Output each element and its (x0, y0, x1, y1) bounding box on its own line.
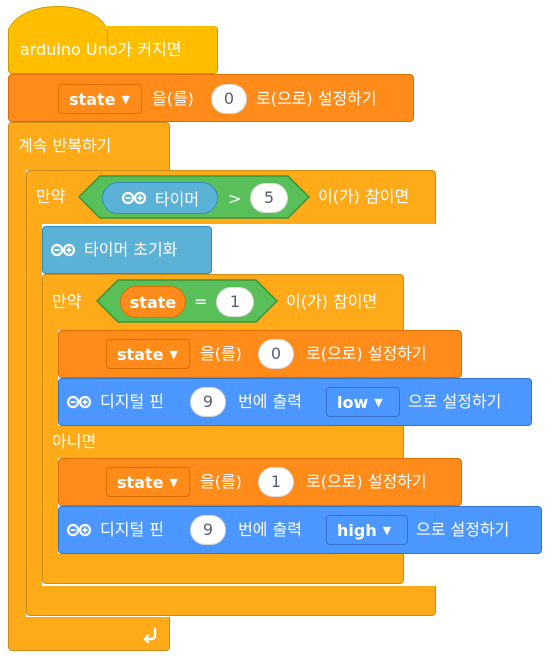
level-dropdown-else[interactable]: high ▼ (326, 515, 408, 545)
variable-name: state (117, 472, 164, 492)
hat-label: arduino Uno가 커지면 (20, 40, 182, 59)
reset-timer-label: 타이머 초기화 (84, 240, 178, 259)
value-input-initial[interactable]: 0 (211, 84, 247, 114)
operator-symbol: > (228, 189, 242, 208)
level-dropdown-then[interactable]: low ▼ (326, 387, 400, 417)
variable-name: state (69, 89, 116, 109)
variable-dropdown-then[interactable]: state ▼ (106, 339, 190, 369)
outer-if-bottom-arm (26, 586, 436, 616)
pin-number-input-then[interactable]: 9 (190, 387, 226, 417)
timer-label: 타이머 (154, 190, 200, 209)
assign-label: 을(를) (200, 344, 242, 363)
arduino-infinity-icon (50, 243, 76, 257)
dropdown-caret-icon: ▼ (382, 523, 392, 537)
assign-label: 을(를) (152, 89, 194, 108)
level-value: high (337, 520, 377, 540)
else-bar (42, 426, 404, 458)
set-suffix-label: 로(으로) 설정하기 (306, 344, 427, 363)
dropdown-caret-icon: ▼ (374, 395, 383, 409)
arduino-infinity-icon (66, 523, 92, 537)
output-suffix-label: 으로 설정하기 (408, 392, 502, 411)
dropdown-caret-icon: ▼ (121, 92, 130, 106)
timer-reporter[interactable]: 타이머 (102, 182, 218, 214)
equals-symbol: = (194, 292, 208, 311)
outer-if-label: 만약 (36, 187, 66, 206)
arduino-infinity-icon (121, 191, 147, 205)
inner-if-bottom-arm (42, 554, 404, 584)
set-suffix-label: 로(으로) 설정하기 (306, 472, 427, 491)
outer-then-label: 이(가) 참이면 (318, 187, 410, 206)
pin-number-input-else[interactable]: 9 (190, 515, 226, 545)
variable-name: state (117, 344, 164, 364)
level-value: low (337, 392, 369, 412)
state-reporter-label: state (129, 292, 177, 312)
compare-value-input[interactable]: 5 (250, 183, 288, 213)
output-suffix-label: 으로 설정하기 (416, 520, 510, 539)
variable-dropdown-else[interactable]: state ▼ (106, 467, 190, 497)
outer-if-left-arm (26, 223, 42, 587)
arduino-infinity-icon (66, 395, 92, 409)
inner-if-label: 만약 (52, 292, 82, 311)
dropdown-caret-icon: ▼ (169, 347, 178, 361)
value-input-else[interactable]: 1 (258, 467, 294, 497)
state-reporter[interactable]: state (120, 286, 186, 318)
forever-label: 계속 반복하기 (18, 136, 112, 155)
output-label: 번에 출력 (238, 392, 302, 411)
variable-dropdown-initial[interactable]: state ▼ (58, 84, 142, 114)
set-suffix-label: 로(으로) 설정하기 (256, 89, 377, 108)
digital-pin-label: 디지털 핀 (100, 520, 164, 539)
value-input-then[interactable]: 0 (258, 339, 294, 369)
assign-label: 을(를) (200, 472, 242, 491)
digital-pin-label: 디지털 핀 (100, 392, 164, 411)
forever-left-arm (8, 169, 26, 624)
loop-arrow-icon (142, 625, 160, 643)
inner-then-label: 이(가) 참이면 (286, 292, 378, 311)
else-label: 아니면 (52, 432, 97, 451)
inner-compare-value-input[interactable]: 1 (216, 287, 254, 317)
output-label: 번에 출력 (238, 520, 302, 539)
dropdown-caret-icon: ▼ (169, 475, 178, 489)
